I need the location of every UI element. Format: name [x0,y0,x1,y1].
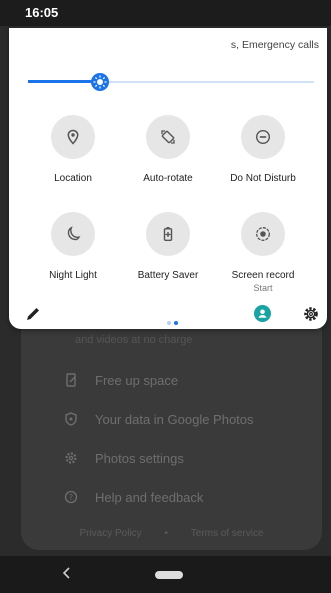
tile-label: Location [54,173,92,184]
home-pill-icon[interactable] [155,571,183,579]
tile-screen-record-button[interactable] [241,212,285,256]
navigation-bar [0,556,331,593]
rotate-icon [161,130,175,144]
phone-broom-icon [51,373,91,387]
carrier-text: s, Emergency calls [230,39,319,51]
tile-label: Battery Saver [137,270,199,281]
status-bar: 16:05 [0,0,331,26]
help-icon: ? [51,490,91,504]
footer-separator: • [164,528,168,539]
menu-item-help-feedback[interactable]: ? Help and feedback [21,478,311,516]
menu-item-your-data[interactable]: Your data in Google Photos [21,400,311,438]
menu-item-label: Photos settings [95,450,184,466]
tile-do-not-disturb[interactable]: Do Not Disturb [218,115,308,184]
gear-icon [51,451,91,465]
tile-night-light-button[interactable] [51,212,95,256]
page-dot [174,321,178,325]
privacy-policy-link[interactable]: Privacy Policy [79,528,141,539]
tile-label: Auto-rotate [143,173,193,184]
battery-plus-icon [163,227,173,241]
record-icon [256,227,270,241]
menu-item-free-up-space[interactable]: Free up space [21,361,311,399]
location-pin-icon [67,129,79,145]
user-icon [258,309,267,318]
tile-auto-rotate[interactable]: Auto-rotate [123,115,213,184]
tile-location[interactable]: Location [28,115,118,184]
terms-of-service-link[interactable]: Terms of service [191,528,264,539]
tile-night-light[interactable]: Night Light [28,212,118,281]
brightness-fill [28,80,100,83]
menu-item-label: Help and feedback [95,489,204,505]
menu-item-label: Free up space [95,372,179,388]
background-faint-text: and videos at no charge [75,334,193,346]
brightness-slider[interactable] [28,72,314,92]
tile-battery-saver[interactable]: Battery Saver [123,212,213,281]
gear-icon [304,307,318,321]
tile-screen-record[interactable]: Screen record Start [218,212,308,293]
status-time: 16:05 [25,5,59,20]
tile-label: Night Light [49,270,97,281]
tile-auto-rotate-button[interactable] [146,115,190,159]
sun-icon [93,75,106,89]
tile-battery-saver-button[interactable] [146,212,190,256]
quick-settings-panel: s, Emergency calls Location Auto-rotate … [9,28,327,329]
tile-label: Do Not Disturb [230,173,296,184]
menu-item-label: Your data in Google Photos [95,411,254,427]
tile-do-not-disturb-button[interactable] [241,115,285,159]
page-dot [167,321,171,325]
moon-icon [67,226,81,241]
background-footer: Privacy Policy • Terms of service [21,528,322,539]
svg-text:?: ? [69,493,73,502]
user-switcher-button[interactable] [254,305,271,322]
back-chevron-icon[interactable] [62,566,72,584]
tile-sublabel: Start [253,283,273,293]
minus-circle-icon [255,129,271,145]
shield-icon [51,412,91,426]
settings-button[interactable] [302,305,320,323]
edit-tiles-button[interactable] [24,305,42,323]
tile-label: Screen record [231,270,295,281]
pencil-icon [27,308,39,320]
page-indicator [167,312,181,330]
menu-item-photos-settings[interactable]: Photos settings [21,439,311,477]
tile-location-button[interactable] [51,115,95,159]
brightness-thumb[interactable] [90,73,109,91]
